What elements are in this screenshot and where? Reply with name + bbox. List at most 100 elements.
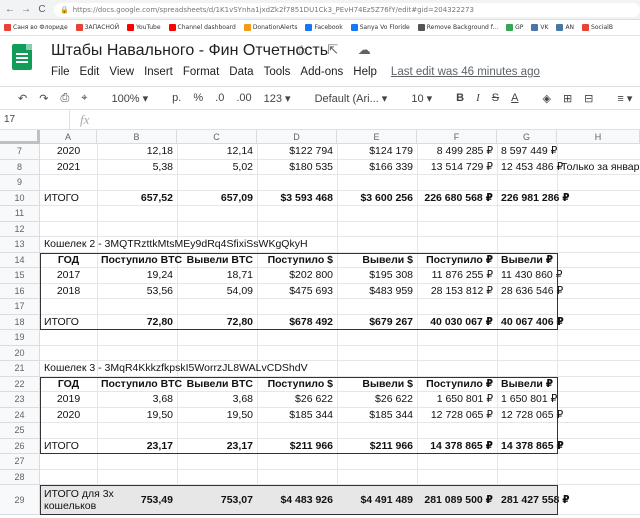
cell-g10[interactable]: 226 981 286 ₽ bbox=[497, 191, 570, 207]
bookmark-item[interactable]: AN bbox=[556, 24, 574, 31]
cell-c10[interactable]: 657,09 bbox=[177, 191, 257, 207]
zoom-select[interactable]: 100% ▾ bbox=[111, 92, 148, 105]
back-button[interactable]: ← bbox=[4, 4, 16, 15]
cell-a8[interactable]: 2021 bbox=[40, 160, 97, 176]
row-header-22[interactable]: 22 bbox=[0, 376, 40, 392]
column-header-a[interactable]: A bbox=[40, 130, 97, 144]
cell-e8[interactable]: $166 339 bbox=[337, 160, 417, 176]
cell-d10[interactable]: $3 593 468 bbox=[257, 191, 337, 207]
name-box[interactable]: 17 bbox=[0, 110, 70, 129]
cell-g7[interactable]: 8 597 449 ₽ bbox=[497, 144, 557, 160]
row-header-15[interactable]: 15 bbox=[0, 268, 40, 284]
row-header-17[interactable]: 17 bbox=[0, 299, 40, 315]
row-header-29[interactable]: 29 bbox=[0, 485, 40, 515]
cell-c8[interactable]: 5,02 bbox=[177, 160, 257, 176]
increase-decimal-button[interactable]: .00 bbox=[236, 92, 251, 104]
row-header-10[interactable]: 10 bbox=[0, 190, 40, 206]
cell-d7[interactable]: $122 794 bbox=[257, 144, 337, 160]
undo-icon[interactable]: ↶ bbox=[18, 92, 27, 105]
row-header-28[interactable]: 28 bbox=[0, 469, 40, 485]
row-header-8[interactable]: 8 bbox=[0, 159, 40, 175]
column-header-d[interactable]: D bbox=[257, 130, 337, 144]
bookmark-item[interactable]: SocialB bbox=[582, 24, 613, 31]
cell-a10[interactable]: ИТОГО bbox=[40, 191, 83, 207]
row-header-27[interactable]: 27 bbox=[0, 454, 40, 470]
cell-a13[interactable]: Кошелек 2 - 3MQTRzttkMtsMEy9dRq4SfixiSsW… bbox=[40, 237, 312, 253]
more-formats-select[interactable]: 123 ▾ bbox=[264, 92, 291, 105]
row-header-19[interactable]: 19 bbox=[0, 330, 40, 346]
star-move-cloud-icons[interactable]: ☆ ⇱ ☁ bbox=[296, 42, 379, 58]
cell-g8[interactable]: 12 453 486 ₽ bbox=[497, 160, 563, 176]
bold-button[interactable]: B bbox=[456, 92, 464, 104]
row-header-11[interactable]: 11 bbox=[0, 206, 40, 222]
text-color-button[interactable]: A bbox=[511, 92, 518, 104]
bookmark-item[interactable]: Channel dashboard bbox=[168, 24, 236, 31]
menu-insert[interactable]: Insert bbox=[144, 66, 173, 78]
menu-file[interactable]: File bbox=[51, 66, 70, 78]
row-header-24[interactable]: 24 bbox=[0, 407, 40, 423]
menu-edit[interactable]: Edit bbox=[80, 66, 100, 78]
column-header-e[interactable]: E bbox=[337, 130, 417, 144]
italic-button[interactable]: I bbox=[476, 92, 480, 104]
column-header-f[interactable]: F bbox=[417, 130, 497, 144]
cell-f8[interactable]: 13 514 729 ₽ bbox=[417, 160, 497, 176]
row-header-9[interactable]: 9 bbox=[0, 175, 40, 191]
cell-e7[interactable]: $124 179 bbox=[337, 144, 417, 160]
borders-icon[interactable]: ⊞ bbox=[563, 92, 572, 105]
menu-addons[interactable]: Add-ons bbox=[300, 66, 343, 78]
currency-format-button[interactable]: р. bbox=[172, 92, 181, 104]
column-header-b[interactable]: B bbox=[97, 130, 177, 144]
menu-format[interactable]: Format bbox=[183, 66, 219, 78]
forward-button[interactable]: → bbox=[20, 4, 32, 15]
cell-c7[interactable]: 12,14 bbox=[177, 144, 257, 160]
row-header-18[interactable]: 18 bbox=[0, 314, 40, 330]
paint-format-icon[interactable]: ⌖ bbox=[81, 92, 87, 105]
row-header-12[interactable]: 12 bbox=[0, 221, 40, 237]
font-size-select[interactable]: 10 ▾ bbox=[411, 92, 432, 105]
bookmark-item[interactable]: ЗАПАСНОЙ bbox=[75, 24, 119, 31]
fill-color-icon[interactable]: ◈ bbox=[542, 92, 550, 105]
font-select[interactable]: Default (Ari... ▾ bbox=[315, 92, 388, 105]
row-header-16[interactable]: 16 bbox=[0, 283, 40, 299]
cell-b10[interactable]: 657,52 bbox=[97, 191, 177, 207]
row-header-7[interactable]: 7 bbox=[0, 144, 40, 160]
column-header-c[interactable]: C bbox=[177, 130, 257, 144]
horizontal-align-icon[interactable]: ≡ ▾ bbox=[617, 92, 632, 105]
column-header-h[interactable]: H bbox=[557, 130, 640, 144]
cell-a7[interactable]: 2020 bbox=[40, 144, 97, 160]
cell-f7[interactable]: 8 499 285 ₽ bbox=[417, 144, 497, 160]
bookmark-item[interactable]: GP bbox=[506, 24, 523, 31]
cell-b8[interactable]: 5,38 bbox=[97, 160, 177, 176]
percent-format-button[interactable]: % bbox=[193, 92, 203, 104]
bookmark-item[interactable]: Sanya Vo Floride bbox=[350, 24, 410, 31]
select-all-corner[interactable] bbox=[0, 130, 40, 144]
row-header-14[interactable]: 14 bbox=[0, 252, 40, 268]
row-header-26[interactable]: 26 bbox=[0, 438, 40, 454]
bookmark-item[interactable]: DonationAlerts bbox=[243, 24, 297, 31]
row-header-23[interactable]: 23 bbox=[0, 392, 40, 408]
menu-data[interactable]: Data bbox=[229, 66, 253, 78]
last-edit-link[interactable]: Last edit was 46 minutes ago bbox=[391, 66, 540, 78]
cell-b7[interactable]: 12,18 bbox=[97, 144, 177, 160]
row-header-21[interactable]: 21 bbox=[0, 361, 40, 377]
bookmark-item[interactable]: VK bbox=[531, 24, 548, 31]
column-header-g[interactable]: G bbox=[497, 130, 557, 144]
reload-button[interactable]: C bbox=[36, 4, 48, 15]
cell-h8[interactable]: Только за январь bbox=[557, 160, 640, 176]
doc-title[interactable]: Штабы Навального - Фин Отчетность bbox=[51, 42, 328, 60]
strikethrough-button[interactable]: S bbox=[492, 92, 499, 104]
merge-cells-icon[interactable]: ⊟ bbox=[584, 92, 593, 105]
decrease-decimal-button[interactable]: .0 bbox=[215, 92, 224, 104]
menu-view[interactable]: View bbox=[109, 66, 134, 78]
row-header-13[interactable]: 13 bbox=[0, 237, 40, 253]
cell-a21[interactable]: Кошелек 3 - 3MqR4KkkzfkpskI5WorrzJL8WALv… bbox=[40, 361, 312, 377]
row-header-20[interactable]: 20 bbox=[0, 345, 40, 361]
print-icon[interactable]: ⎙ bbox=[60, 92, 69, 105]
url-field[interactable]: 🔒 https://docs.google.com/spreadsheets/d… bbox=[54, 2, 640, 17]
bookmark-item[interactable]: Remove Background f... bbox=[417, 24, 498, 31]
cell-e10[interactable]: $3 600 256 bbox=[337, 191, 417, 207]
redo-icon[interactable]: ↷ bbox=[39, 92, 48, 105]
cell-d8[interactable]: $180 535 bbox=[257, 160, 337, 176]
bookmark-item[interactable]: YouTube bbox=[127, 24, 161, 31]
sheets-logo-icon[interactable] bbox=[12, 44, 32, 70]
